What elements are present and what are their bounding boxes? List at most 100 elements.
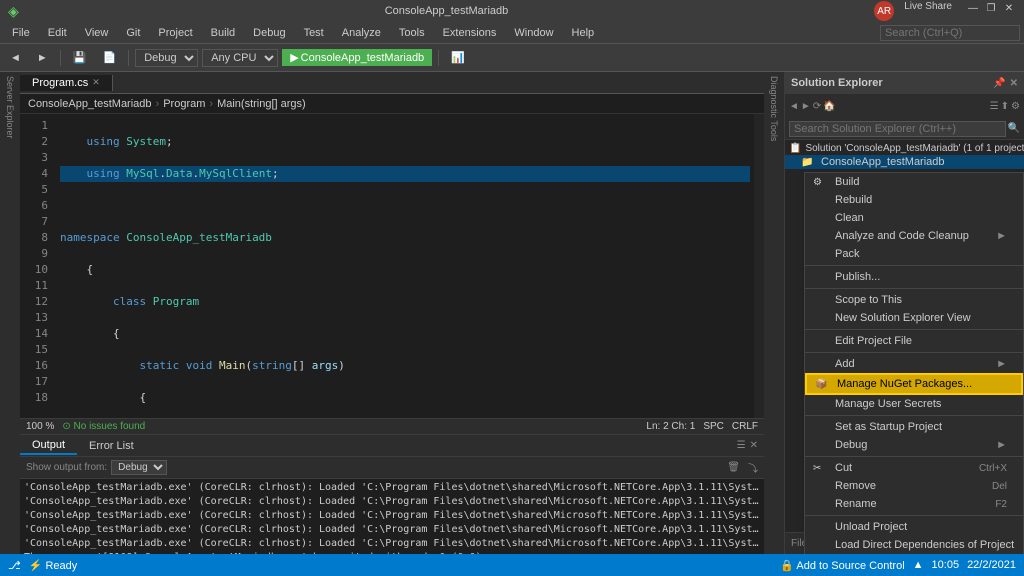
ctx-sep3 [805,329,1023,330]
output-toolbar: Show output from: Debug 🗑 ⤵ [20,457,764,479]
tree-project[interactable]: 📁 ConsoleApp_testMariadb [785,155,1024,169]
ctx-edit-project[interactable]: Edit Project File [805,332,1023,350]
ctx-new-view[interactable]: New Solution Explorer View [805,309,1023,327]
forward-btn[interactable]: ► [31,50,54,66]
ctx-clean[interactable]: Clean [805,209,1023,227]
tab-output[interactable]: Output [20,437,77,455]
close-btn[interactable]: ✕ [1002,1,1016,15]
status-bar-left: ⎇ ⚡ Ready [8,559,77,572]
breadcrumb-part1[interactable]: ConsoleApp_testMariadb [28,98,152,110]
tree-solution[interactable]: 📋 Solution 'ConsoleApp_testMariadb' (1 o… [785,142,1024,155]
ctx-load-direct[interactable]: Load Direct Dependencies of Project [805,536,1023,554]
save-btn[interactable]: 💾 [67,49,93,66]
new-btn[interactable]: 📄 [96,49,122,66]
menu-analyze[interactable]: Analyze [334,25,389,41]
ctx-pack-label: Pack [835,248,859,260]
line-numbers: 1 2 3 4 5 6 7 8 9 10 11 12 13 14 15 16 1 [20,114,56,418]
breadcrumb-part3[interactable]: Main(string[] args) [217,98,306,110]
ctx-add[interactable]: Add ► [805,355,1023,373]
notifications-icon[interactable]: ▲ [913,559,924,571]
ctx-remove[interactable]: Remove Del [805,477,1023,495]
menu-tools[interactable]: Tools [391,25,433,41]
encoding-label: SPC [703,421,724,432]
diagnostics-btn[interactable]: 📊 [445,49,471,66]
ctx-sep7 [805,515,1023,516]
diagnostic-tools-label[interactable]: Diagnostic Tools [767,72,781,145]
breadcrumb-part2[interactable]: Program [163,98,205,110]
ctx-unload[interactable]: Unload Project [805,518,1023,536]
menu-view[interactable]: View [77,25,117,41]
ctx-analyze[interactable]: Analyze and Code Cleanup ► [805,227,1023,245]
output-content: 'ConsoleApp_testMariadb.exe' (CoreCLR: c… [20,479,764,554]
ctx-cut[interactable]: ✂ Cut Ctrl+X [805,459,1023,477]
zoom-bar: 100 % ⊙ No issues found Ln: 2 Ch: 1 SPC … [20,418,764,434]
platform-dropdown[interactable]: Any CPU [202,49,278,67]
code-content[interactable]: using System; using MySql.Data.MySqlClie… [56,114,754,418]
search-icon[interactable]: 🔍 [1008,123,1020,134]
se-settings-icon[interactable]: ⚙ [1011,101,1020,112]
se-collapse-icon[interactable]: ⬆ [1001,101,1009,112]
editor-scrollbar[interactable] [754,114,764,418]
tab-close-icon[interactable]: ✕ [92,77,100,88]
debug-arrow-icon: ► [996,439,1007,451]
menu-git[interactable]: Git [118,25,148,41]
menu-edit[interactable]: Edit [40,25,75,41]
editor-tab-bar: Program.cs ✕ [20,72,764,94]
ctx-rebuild[interactable]: Rebuild [805,191,1023,209]
ctx-pack[interactable]: Pack [805,245,1023,263]
menu-window[interactable]: Window [506,25,561,41]
ctx-manage-nuget[interactable]: 📦 Manage NuGet Packages... [805,373,1023,395]
live-share-btn[interactable]: Live Share [904,1,952,21]
se-back-icon[interactable]: ◄ [789,101,799,112]
toolbar: ◄ ► 💾 📄 Debug Any CPU ▶ ConsoleApp_testM… [0,44,1024,72]
menu-help[interactable]: Help [564,25,603,41]
clear-output-icon[interactable]: 🗑 [727,462,740,473]
ctx-set-startup[interactable]: Set as Startup Project [805,418,1023,436]
menu-file[interactable]: File [4,25,38,41]
code-editor[interactable]: 1 2 3 4 5 6 7 8 9 10 11 12 13 14 15 16 1 [20,114,764,418]
search-input[interactable] [880,25,1020,41]
git-branch-icon[interactable]: ⎇ [8,559,21,572]
se-close-icon[interactable]: ✕ [1010,78,1018,89]
cut-shortcut: Ctrl+X [979,463,1007,474]
server-icon[interactable]: Server Explorer [5,76,15,139]
maximize-btn[interactable]: ❐ [984,1,998,15]
ctx-rename[interactable]: Rename F2 [805,495,1023,513]
se-filter-icon[interactable]: ☰ [990,101,999,112]
solution-label: Solution 'ConsoleApp_testMariadb' (1 of … [805,143,1024,154]
word-wrap-icon[interactable]: ⤵ [748,460,758,475]
se-home-icon[interactable]: 🏠 [823,101,835,112]
tab-program-cs[interactable]: Program.cs ✕ [20,75,113,91]
output-tools-icon[interactable]: ☰ [737,440,746,451]
config-dropdown[interactable]: Debug [135,49,198,67]
menu-project[interactable]: Project [150,25,200,41]
middle-layout: Server Explorer Program.cs ✕ ConsoleApp_… [0,72,1024,554]
date-display: 22/2/2021 [967,559,1016,571]
ctx-manage-secrets[interactable]: Manage User Secrets [805,395,1023,413]
output-source-dropdown[interactable]: Debug [111,460,167,475]
pin-icon[interactable]: 📌 [993,78,1005,89]
solution-search-input[interactable] [789,121,1006,137]
back-btn[interactable]: ◄ [4,50,27,66]
ctx-sep2 [805,288,1023,289]
ctx-debug[interactable]: Debug ► [805,436,1023,454]
run-btn[interactable]: ▶ ConsoleApp_testMariadb [282,49,432,66]
menu-test[interactable]: Test [296,25,332,41]
menu-extensions[interactable]: Extensions [435,25,505,41]
output-close-icon[interactable]: ✕ [750,440,758,451]
minimize-btn[interactable]: — [966,1,980,15]
zoom-level[interactable]: 100 % [26,421,54,432]
ctx-build[interactable]: ⚙ Build [805,173,1023,191]
ctx-scope-label: Scope to This [835,294,902,306]
source-control-btn[interactable]: 🔒 Add to Source Control [780,559,904,572]
se-sync-icon[interactable]: ⟳ [813,101,821,112]
tab-error-list[interactable]: Error List [77,438,146,454]
ctx-publish[interactable]: Publish... [805,268,1023,286]
show-output-label: Show output from: [26,462,107,473]
menu-debug[interactable]: Debug [245,25,293,41]
se-forward-icon[interactable]: ► [801,101,811,112]
user-avatar[interactable]: AR [874,1,894,21]
ctx-scope[interactable]: Scope to This [805,291,1023,309]
menu-build[interactable]: Build [203,25,243,41]
line-ending-label: CRLF [732,421,758,432]
